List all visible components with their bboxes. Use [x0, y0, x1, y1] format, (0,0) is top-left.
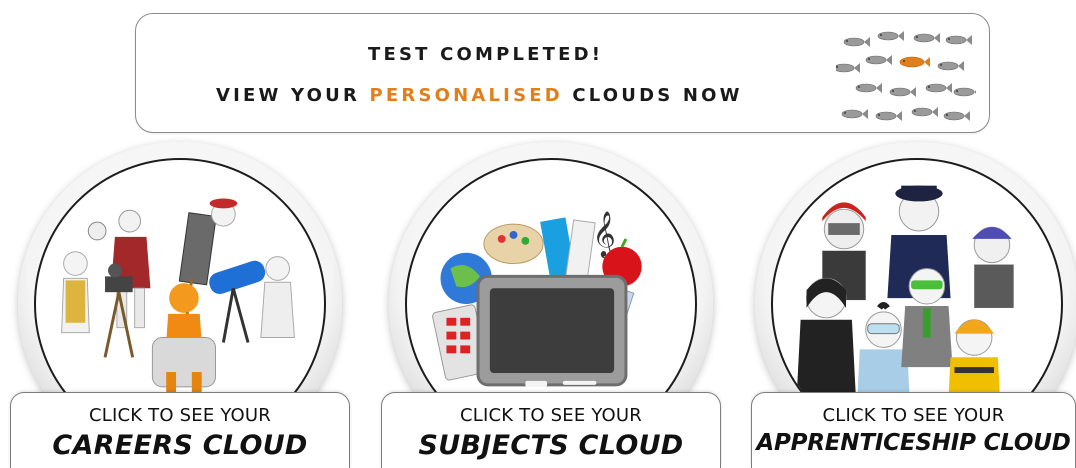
- banner-subheading-prefix: VIEW YOUR: [216, 85, 361, 106]
- apprenticeship-cloud-card[interactable]: CLICK TO SEE YOUR APPRENTICESHIP CLOUD: [751, 142, 1076, 468]
- grey-fish-icon: [836, 63, 860, 73]
- grey-fish-icon: [841, 109, 868, 119]
- careers-cloud-button[interactable]: CLICK TO SEE YOUR CAREERS CLOUD: [10, 392, 350, 468]
- careers-prompt: CLICK TO SEE YOUR: [88, 405, 272, 426]
- subjects-cloud-card[interactable]: 𝄞 CLICK TO SEE YOUR SUBJECTS CLOUD: [381, 142, 721, 468]
- careers-title: CAREERS CLOUD: [52, 430, 308, 461]
- grey-fish-icon: [943, 111, 970, 121]
- grey-fish-icon: [875, 111, 902, 121]
- grey-fish-icon: [865, 55, 892, 65]
- grey-fish-icon: [953, 87, 976, 97]
- fish-school-icon: [836, 31, 976, 121]
- grey-fish-icon: [877, 31, 904, 41]
- grey-fish-icon: [843, 37, 870, 47]
- banner-subheading-suffix: CLOUDS NOW: [572, 85, 743, 106]
- results-banner: TEST COMPLETED! VIEW YOUR PERSONALISED C…: [135, 13, 990, 133]
- apprenticeship-prompt: CLICK TO SEE YOUR: [822, 405, 1005, 426]
- grey-fish-icon: [937, 61, 964, 71]
- grey-fish-icon: [925, 83, 952, 93]
- subjects-prompt: CLICK TO SEE YOUR: [459, 405, 643, 426]
- grey-fish-icon: [889, 87, 916, 97]
- apprenticeship-title: APPRENTICESHIP CLOUD: [756, 430, 1071, 456]
- grey-fish-icon: [945, 35, 972, 45]
- grey-fish-icon: [913, 33, 940, 43]
- apprenticeship-cloud-button[interactable]: CLICK TO SEE YOUR APPRENTICESHIP CLOUD: [751, 392, 1076, 468]
- grey-fish-icon: [855, 83, 882, 93]
- banner-subheading: VIEW YOUR PERSONALISED CLOUDS NOW: [216, 85, 743, 106]
- subjects-title: SUBJECTS CLOUD: [418, 430, 684, 461]
- gold-fish-icon: [899, 56, 930, 68]
- grey-fish-icon: [911, 107, 938, 117]
- subjects-cloud-button[interactable]: CLICK TO SEE YOUR SUBJECTS CLOUD: [381, 392, 721, 468]
- banner-subheading-accent: PERSONALISED: [369, 85, 563, 106]
- careers-cloud-card[interactable]: CLICK TO SEE YOUR CAREERS CLOUD: [10, 142, 350, 468]
